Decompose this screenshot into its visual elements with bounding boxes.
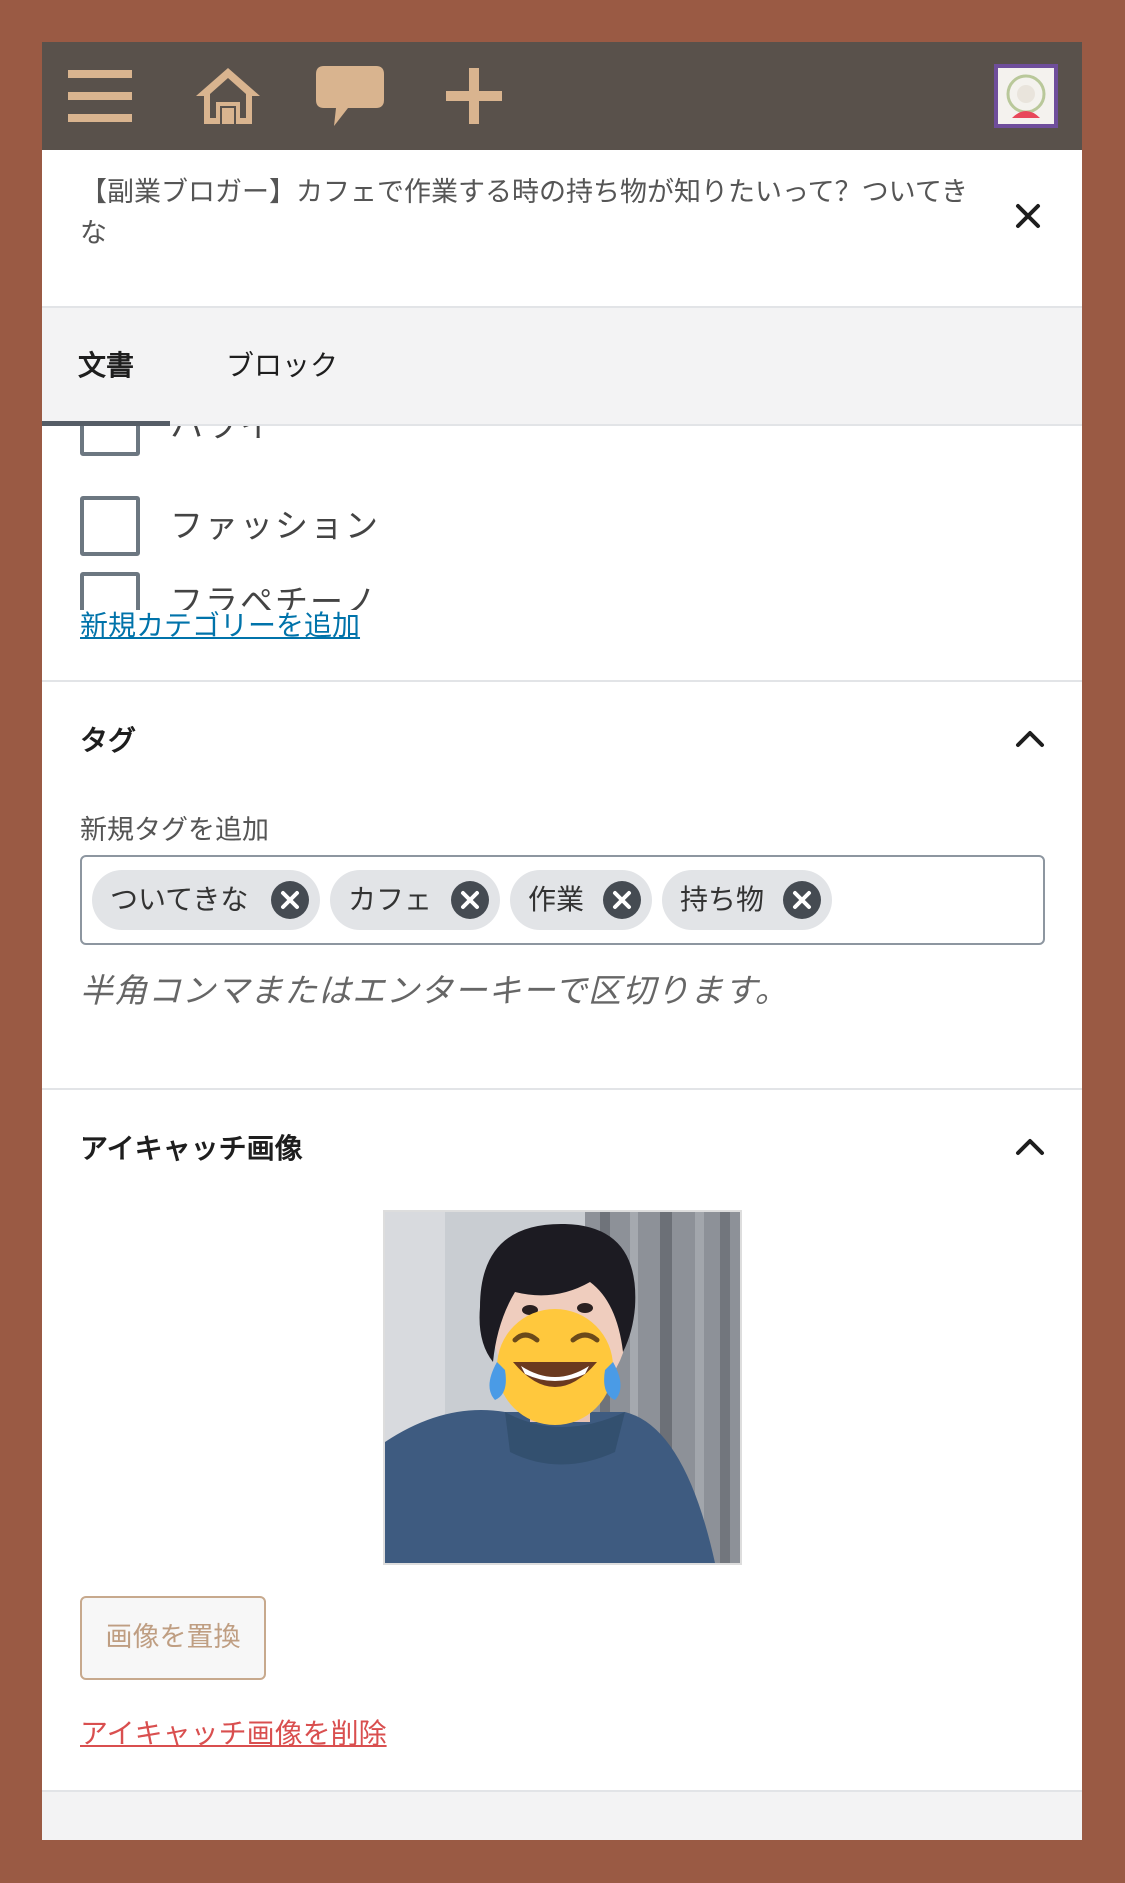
- replace-image-button[interactable]: 画像を置換: [80, 1596, 266, 1680]
- tag-chip: 持ち物: [662, 870, 832, 930]
- tag-chip-label: カフェ: [348, 883, 433, 916]
- tab-block[interactable]: ブロック: [207, 308, 357, 424]
- plus-icon[interactable]: [438, 64, 510, 128]
- menu-icon[interactable]: [64, 64, 136, 128]
- tag-input-field[interactable]: ついてきな カフェ 作業 持ち物: [80, 855, 1045, 945]
- tags-panel-title[interactable]: タグ: [80, 719, 136, 759]
- category-label: ハワイ: [170, 426, 275, 456]
- tag-chip: 作業: [510, 870, 652, 930]
- tag-chip-label: 作業: [528, 883, 585, 916]
- tag-chip: カフェ: [330, 870, 500, 930]
- editor-screen: 【副業ブロガー】カフェで作業する時の持ち物が知りたいって？ついてきな 文書 ブロ…: [42, 42, 1082, 1840]
- new-tag-label: 新規タグを追加: [80, 815, 269, 846]
- divider: [42, 680, 1082, 682]
- featured-image-thumbnail[interactable]: [383, 1210, 742, 1565]
- tab-document[interactable]: 文書: [42, 308, 170, 426]
- divider: [42, 1088, 1082, 1090]
- featured-image-panel-title[interactable]: アイキャッチ画像: [80, 1127, 303, 1167]
- remove-tag-icon[interactable]: [602, 880, 642, 920]
- close-icon[interactable]: [1008, 196, 1048, 236]
- tag-chip-label: ついてきな: [110, 883, 249, 916]
- next-panel-edge: [42, 1790, 1082, 1840]
- category-checkbox[interactable]: [80, 426, 140, 456]
- category-label: ファッション: [170, 506, 380, 545]
- remove-tag-icon[interactable]: [782, 880, 822, 920]
- home-icon[interactable]: [192, 64, 264, 128]
- post-title: 【副業ブロガー】カフェで作業する時の持ち物が知りたいって？ついてきな: [80, 177, 969, 249]
- remove-tag-icon[interactable]: [450, 880, 490, 920]
- add-category-link[interactable]: 新規カテゴリーを追加: [80, 604, 360, 644]
- sidebar-tabs: 文書 ブロック: [42, 308, 1082, 426]
- remove-featured-image-link[interactable]: アイキャッチ画像を削除: [80, 1712, 387, 1752]
- tag-chip: ついてきな: [92, 870, 320, 930]
- category-checkbox[interactable]: [80, 496, 140, 556]
- admin-toolbar: [42, 42, 1082, 150]
- chevron-up-icon[interactable]: [1012, 726, 1048, 750]
- post-title-bar: 【副業ブロガー】カフェで作業する時の持ち物が知りたいって？ついてきな: [42, 150, 1082, 308]
- tag-hint-text: 半角コンマまたはエンターキーで区切ります。: [80, 971, 789, 1010]
- remove-tag-icon[interactable]: [270, 880, 310, 920]
- category-checklist: ハワイ ファッション フラペチーノ: [42, 426, 1082, 610]
- comment-icon[interactable]: [314, 64, 386, 128]
- avatar[interactable]: [994, 64, 1058, 128]
- tag-chip-label: 持ち物: [680, 883, 765, 916]
- chevron-up-icon[interactable]: [1012, 1134, 1048, 1158]
